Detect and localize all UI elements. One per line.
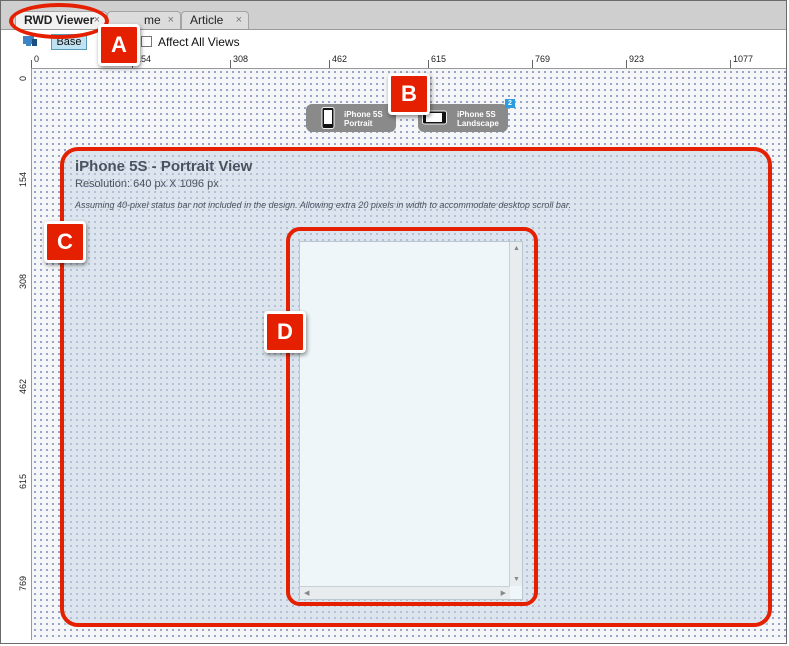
callout-letter-d: D [264,311,306,353]
callout-letter-a: A [98,24,140,66]
tab-label: Article [190,13,224,27]
close-icon[interactable]: × [236,12,242,29]
tab-label: me [144,13,161,27]
callout-letter-b: B [388,73,430,115]
device-button-iphone-portrait[interactable]: iPhone 5S Portrait [306,104,396,132]
tab-article[interactable]: Article × [181,11,249,29]
ruler-label: 308 [18,273,28,289]
affect-all-views-checkbox[interactable] [141,36,152,47]
device-label: iPhone 5S Landscape [457,110,499,128]
horizontal-ruler[interactable]: 0 154 308 462 615 769 923 1077 [31,52,786,69]
device-button-iphone-landscape[interactable]: iPhone 5S Landscape [418,104,508,132]
callout-letter-c: C [44,221,86,263]
ruler-label: 0 [18,75,28,81]
device-label: iPhone 5S Portrait [344,110,383,128]
close-icon[interactable]: × [168,12,174,29]
ruler-label: 154 [18,171,28,187]
ruler-label: 462 [18,378,28,394]
callout-outline-d [286,227,538,606]
ruler-label: 769 [18,575,28,591]
ruler-corner [15,52,32,69]
ruler-ticks [31,60,731,68]
vertical-ruler[interactable]: 0 154 308 462 615 769 [15,68,32,640]
view-count-badge: 2 [505,99,515,108]
affect-all-views-label: Affect All Views [158,35,240,49]
ruler-label: 615 [18,473,28,489]
phone-portrait-icon [321,107,335,129]
callout-outline-a [9,3,109,39]
